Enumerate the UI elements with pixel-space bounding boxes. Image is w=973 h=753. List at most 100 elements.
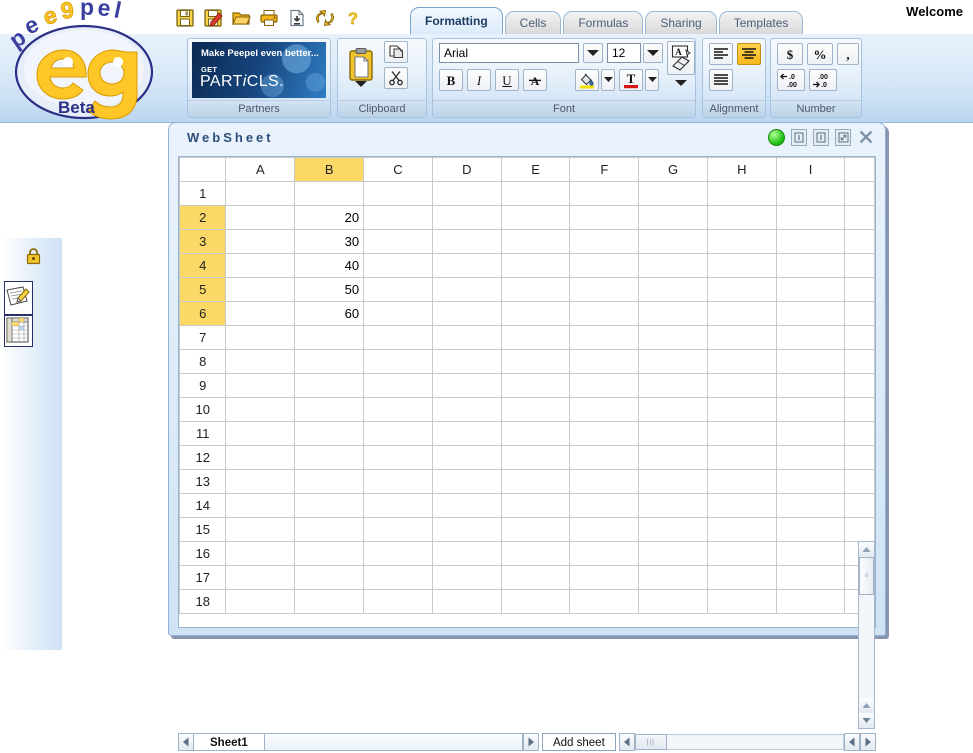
column-header-a[interactable]: A <box>225 157 296 182</box>
row-header-18[interactable]: 18 <box>179 589 227 614</box>
vertical-scrollbar[interactable]: ≡ <box>858 541 875 729</box>
comma-format-button[interactable]: , <box>837 43 859 65</box>
cell-h14[interactable] <box>706 493 777 518</box>
cell-a9[interactable] <box>225 373 296 398</box>
cell-i18[interactable] <box>775 589 846 614</box>
cell-overflow[interactable] <box>844 253 875 278</box>
tab-templates[interactable]: Templates <box>718 11 804 34</box>
copy-button[interactable] <box>384 41 408 63</box>
cell-i15[interactable] <box>775 517 846 542</box>
restore-button[interactable] <box>813 128 829 146</box>
cell-c18[interactable] <box>363 589 433 614</box>
cell-f2[interactable] <box>569 205 640 230</box>
cell-g12[interactable] <box>638 445 708 470</box>
cell-b2[interactable]: 20 <box>294 205 365 230</box>
cell-a14[interactable] <box>225 493 296 518</box>
strikethrough-button[interactable]: A <box>523 69 547 91</box>
cell-f17[interactable] <box>569 565 640 590</box>
cell-d1[interactable] <box>431 181 502 206</box>
cell-c12[interactable] <box>363 445 433 470</box>
row-header-6[interactable]: 6 <box>179 301 227 326</box>
column-header-e[interactable]: E <box>500 157 571 182</box>
underline-button[interactable]: U <box>495 69 519 91</box>
cell-b14[interactable] <box>294 493 365 518</box>
cell-f16[interactable] <box>569 541 640 566</box>
cell-overflow[interactable] <box>844 325 875 350</box>
hscroll-left-arrow-icon[interactable] <box>618 733 635 751</box>
cell-h13[interactable] <box>706 469 777 494</box>
cell-b9[interactable] <box>294 373 365 398</box>
cell-b11[interactable] <box>294 421 365 446</box>
cell-a4[interactable] <box>225 253 296 278</box>
cell-overflow[interactable] <box>844 205 875 230</box>
cell-a15[interactable] <box>225 517 296 542</box>
cell-h15[interactable] <box>706 517 777 542</box>
cell-g1[interactable] <box>638 181 708 206</box>
cell-c9[interactable] <box>363 373 433 398</box>
cell-c5[interactable] <box>363 277 433 302</box>
print-icon[interactable] <box>258 7 280 29</box>
cell-c14[interactable] <box>363 493 433 518</box>
scroll-down-arrow-icon[interactable] <box>859 713 874 728</box>
currency-format-button[interactable]: $ <box>777 43 803 65</box>
cell-i6[interactable] <box>775 301 846 326</box>
cell-d10[interactable] <box>431 397 502 422</box>
cell-d7[interactable] <box>431 325 502 350</box>
horizontal-scrollbar[interactable]: ||| <box>618 733 877 751</box>
cut-button[interactable] <box>384 67 408 89</box>
cell-a8[interactable] <box>225 349 296 374</box>
align-center-button[interactable] <box>737 43 761 65</box>
cell-e5[interactable] <box>500 277 571 302</box>
cell-g2[interactable] <box>638 205 708 230</box>
cell-i3[interactable] <box>775 229 846 254</box>
cell-h5[interactable] <box>706 277 777 302</box>
column-header-overflow[interactable] <box>844 157 875 182</box>
row-header-9[interactable]: 9 <box>179 373 227 398</box>
tab-formulas[interactable]: Formulas <box>563 11 644 34</box>
cell-h4[interactable] <box>706 253 777 278</box>
cell-h16[interactable] <box>706 541 777 566</box>
cell-i14[interactable] <box>775 493 846 518</box>
sheet-tab-empty-area[interactable] <box>264 733 523 751</box>
cell-c6[interactable] <box>363 301 433 326</box>
horizontal-scrollbar-thumb[interactable]: ||| <box>634 734 667 750</box>
partner-ad-banner[interactable]: Make Peepel even better... GET PARTiCLS. <box>192 42 326 98</box>
save-as-icon[interactable] <box>202 7 224 29</box>
cell-i9[interactable] <box>775 373 846 398</box>
help-icon[interactable]: ? <box>342 7 364 29</box>
text-color-button[interactable]: T <box>619 69 643 91</box>
cell-h11[interactable] <box>706 421 777 446</box>
cell-b12[interactable] <box>294 445 365 470</box>
italic-button[interactable]: I <box>467 69 491 91</box>
cell-e1[interactable] <box>500 181 571 206</box>
cell-b16[interactable] <box>294 541 365 566</box>
cell-h17[interactable] <box>706 565 777 590</box>
cell-f3[interactable] <box>569 229 640 254</box>
cell-overflow[interactable] <box>844 301 875 326</box>
cell-f8[interactable] <box>569 349 640 374</box>
cell-e14[interactable] <box>500 493 571 518</box>
percent-format-button[interactable]: % <box>807 43 833 65</box>
sheet-tab-sheet1[interactable]: Sheet1 <box>194 733 265 751</box>
cell-g7[interactable] <box>638 325 708 350</box>
cell-i2[interactable] <box>775 205 846 230</box>
cell-f7[interactable] <box>569 325 640 350</box>
cell-a7[interactable] <box>225 325 296 350</box>
cell-c13[interactable] <box>363 469 433 494</box>
cell-a17[interactable] <box>225 565 296 590</box>
cell-h1[interactable] <box>706 181 777 206</box>
cell-e7[interactable] <box>500 325 571 350</box>
cell-c11[interactable] <box>363 421 433 446</box>
cell-a3[interactable] <box>225 229 296 254</box>
maximize-button[interactable] <box>835 128 851 146</box>
cell-h7[interactable] <box>706 325 777 350</box>
cell-c15[interactable] <box>363 517 433 542</box>
decrease-decimal-button[interactable]: .0 .00 <box>777 69 805 91</box>
cell-g14[interactable] <box>638 493 708 518</box>
cell-b5[interactable]: 50 <box>294 277 365 302</box>
cell-a1[interactable] <box>225 181 296 206</box>
cell-d17[interactable] <box>431 565 502 590</box>
hscroll-right-arrow-icon[interactable] <box>860 733 877 751</box>
cell-g4[interactable] <box>638 253 708 278</box>
cell-d16[interactable] <box>431 541 502 566</box>
